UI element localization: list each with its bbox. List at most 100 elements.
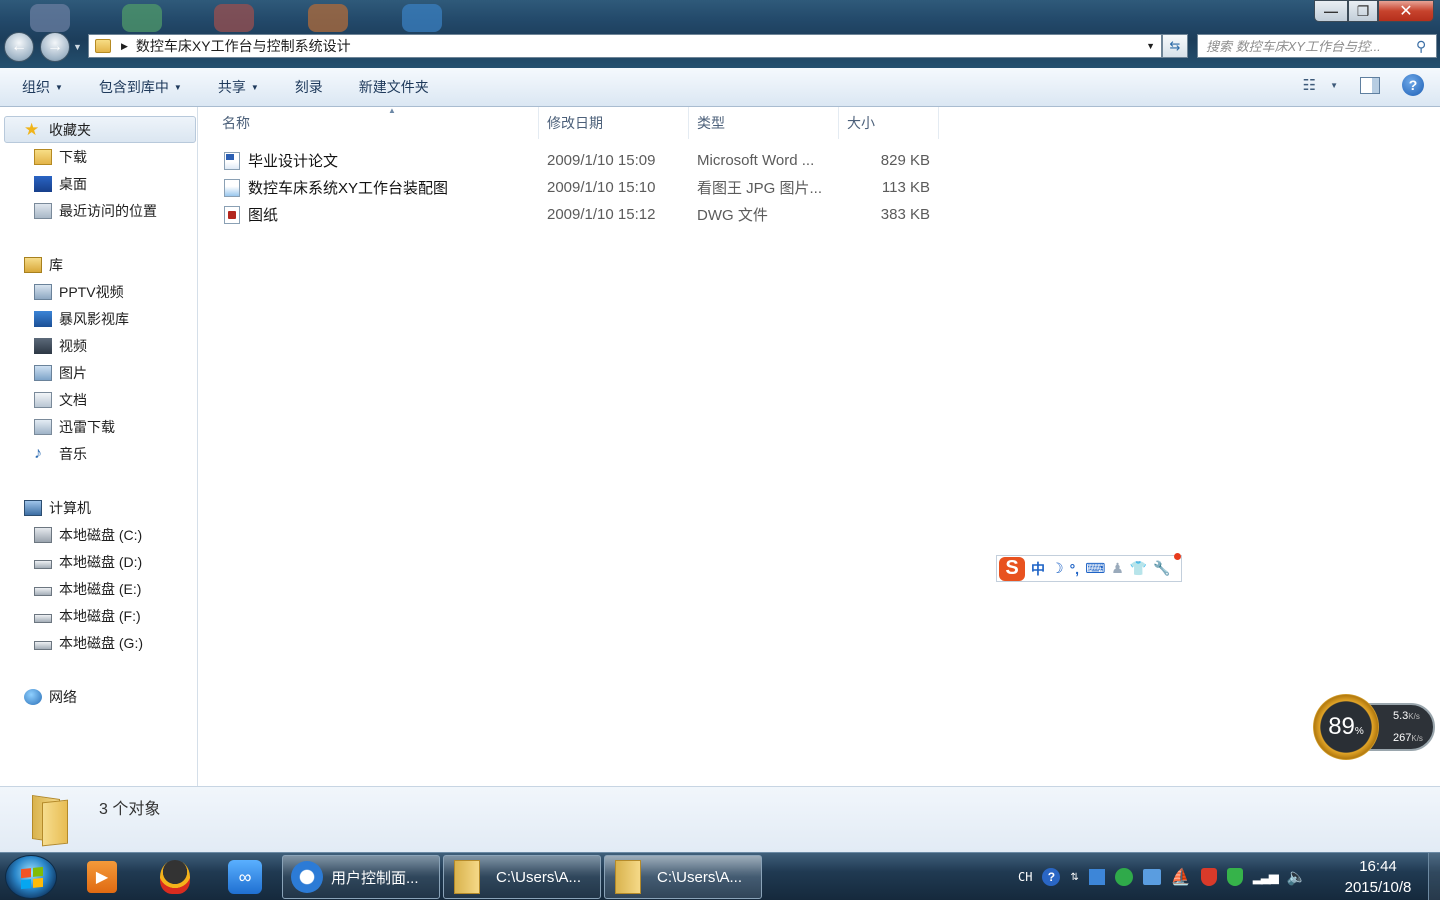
tray-expand-icon[interactable]: ⇅ <box>1070 872 1078 883</box>
close-button[interactable]: ✕ <box>1378 0 1434 22</box>
nav-label: 本地磁盘 (F:) <box>59 607 141 624</box>
nav-favorites[interactable]: ★ 收藏夹 <box>4 116 196 143</box>
nav-label: PPTV视频 <box>59 283 124 300</box>
percent-unit: % <box>1354 725 1364 737</box>
notification-dot-icon <box>1174 553 1181 560</box>
nav-label: 下载 <box>59 148 87 165</box>
taskbar-item-control-panel[interactable]: 用户控制面... <box>282 855 440 899</box>
help-button[interactable]: ? <box>1402 74 1424 96</box>
download-folder-icon <box>34 148 52 165</box>
network-tray-icon[interactable] <box>1142 869 1161 885</box>
punctuation-icon[interactable]: °, <box>1070 561 1080 577</box>
file-row[interactable]: 图纸 2009/1/10 15:12 DWG 文件 383 KB <box>218 201 1138 228</box>
nav-drive-f[interactable]: 本地磁盘 (F:) <box>0 602 196 629</box>
nav-library-thunder[interactable]: 迅雷下载 <box>0 413 196 440</box>
nav-computer[interactable]: 计算机 <box>0 494 196 521</box>
network-speed-widget[interactable]: 5.3 K/s 267 K/s 89% <box>1313 694 1435 760</box>
refresh-button[interactable]: ⇆ <box>1162 34 1188 58</box>
search-icon[interactable]: ⚲ <box>1416 38 1426 55</box>
breadcrumb-current-folder[interactable]: 数控车床XY工作台与控制系统设计 <box>136 36 351 56</box>
qq-penguin-icon <box>160 860 190 894</box>
nav-label: 库 <box>49 256 63 273</box>
nav-network[interactable]: 网络 <box>0 683 196 710</box>
include-in-library-menu[interactable]: 包含到库中 ▼ <box>87 74 194 100</box>
app-tray-icon[interactable] <box>1088 869 1105 885</box>
signal-strength-icon[interactable]: ▂▃▅ <box>1253 869 1279 885</box>
folder-icon <box>26 793 74 847</box>
shield-tray-icon[interactable] <box>1226 868 1243 886</box>
qq-pin[interactable] <box>149 856 201 898</box>
nav-library-videos[interactable]: 视频 <box>0 332 196 359</box>
taskbar-item-explorer-2[interactable]: C:\Users\A... <box>604 855 762 899</box>
taskbar-item-explorer-1[interactable]: C:\Users\A... <box>443 855 601 899</box>
clock-time: 16:44 <box>1359 858 1397 875</box>
address-bar[interactable]: ▶ 数控车床XY工作台与控制系统设计 ▼ <box>88 34 1162 58</box>
details-view-icon: ☷ <box>1302 77 1317 94</box>
nav-recent-places[interactable]: 最近访问的位置 <box>0 197 196 224</box>
nav-drive-g[interactable]: 本地磁盘 (G:) <box>0 629 196 656</box>
column-header-name[interactable]: ▲ 名称 <box>214 106 539 139</box>
burn-button[interactable]: 刻录 <box>283 74 335 100</box>
address-dropdown-icon[interactable]: ▼ <box>1146 41 1155 51</box>
column-header-size[interactable]: 大小 <box>839 107 939 139</box>
moon-icon[interactable]: ☽ <box>1051 560 1064 577</box>
maximize-button[interactable]: ❐ <box>1348 0 1378 22</box>
include-library-label: 包含到库中 <box>98 79 169 95</box>
start-button[interactable] <box>5 855 57 899</box>
change-view-button[interactable]: ☷ ▼ <box>1303 76 1338 94</box>
forward-button[interactable]: → <box>40 32 70 62</box>
show-desktop-button[interactable] <box>1428 853 1440 900</box>
upload-speed: 5.3 K/s <box>1393 710 1420 722</box>
help-tray-icon[interactable]: ? <box>1042 868 1061 886</box>
column-header-type[interactable]: 类型 <box>689 107 839 139</box>
documents-icon <box>34 391 52 408</box>
back-button[interactable]: ← <box>4 32 34 62</box>
command-bar: 组织 ▼ 包含到库中 ▼ 共享 ▼ 刻录 新建文件夹 ☷ ▼ ? <box>0 68 1440 107</box>
file-row[interactable]: 数控车床系统XY工作台装配图 2009/1/10 15:10 看图王 JPG 图… <box>218 174 1138 201</box>
user-icon[interactable]: ♟ <box>1111 560 1124 577</box>
volume-icon[interactable]: 🔈 <box>1287 867 1307 887</box>
nav-library-documents[interactable]: 文档 <box>0 386 196 413</box>
new-folder-button[interactable]: 新建文件夹 <box>347 74 441 100</box>
security-shield-icon[interactable] <box>1114 868 1133 886</box>
media-player-pin[interactable]: ▶ <box>76 856 128 898</box>
baidu-cloud-pin[interactable]: ∞ <box>219 856 271 898</box>
nav-library-pictures[interactable]: 图片 <box>0 359 196 386</box>
sogou-logo-icon[interactable]: S <box>999 556 1025 581</box>
nav-desktop[interactable]: 桌面 <box>0 170 196 197</box>
column-header-date[interactable]: 修改日期 <box>539 107 689 139</box>
language-indicator[interactable]: CH <box>1018 870 1032 884</box>
recent-pages-dropdown-icon[interactable]: ▼ <box>73 42 82 52</box>
search-box[interactable]: ⚲ <box>1197 34 1437 58</box>
minimize-button[interactable]: — <box>1314 0 1348 22</box>
file-row[interactable]: 毕业设计论文 2009/1/10 15:09 Microsoft Word ..… <box>218 147 1138 174</box>
download-library-icon <box>34 418 52 435</box>
breadcrumb-separator-icon[interactable]: ▶ <box>121 41 128 52</box>
nav-drive-e[interactable]: 本地磁盘 (E:) <box>0 575 196 602</box>
preview-pane-button[interactable] <box>1360 76 1380 94</box>
nav-library-music[interactable]: ♪ 音乐 <box>0 440 196 467</box>
video-library-icon <box>34 310 52 327</box>
nav-label: 桌面 <box>59 175 87 192</box>
nav-label: 音乐 <box>59 445 87 462</box>
wrench-icon[interactable]: 🔧 <box>1153 560 1170 577</box>
boat-tray-icon[interactable]: ⛵ <box>1171 867 1191 887</box>
task-label: C:\Users\A... <box>496 868 582 886</box>
computer-icon <box>24 499 42 516</box>
file-list-pane: ▲ 名称 修改日期 类型 大小 毕业设计论文 2009/1/10 15:09 M… <box>198 106 1440 786</box>
search-input[interactable] <box>1206 38 1416 54</box>
nav-libraries[interactable]: 库 <box>0 251 196 278</box>
nav-library-pptv[interactable]: PPTV视频 <box>0 278 196 305</box>
nav-drive-d[interactable]: 本地磁盘 (D:) <box>0 548 196 575</box>
clock[interactable]: 16:44 2015/10/8 <box>1336 856 1420 898</box>
antivirus-tray-icon[interactable] <box>1200 868 1217 886</box>
nav-downloads[interactable]: 下载 <box>0 143 196 170</box>
nav-drive-c[interactable]: 本地磁盘 (C:) <box>0 521 196 548</box>
share-menu[interactable]: 共享 ▼ <box>206 74 271 100</box>
keyboard-icon[interactable]: ⌨ <box>1085 560 1105 577</box>
organize-menu[interactable]: 组织 ▼ <box>10 74 75 100</box>
skin-icon[interactable]: 👕 <box>1130 560 1147 577</box>
file-date: 2009/1/10 15:09 <box>547 152 656 169</box>
ime-mode-toggle[interactable]: 中 <box>1031 559 1045 579</box>
nav-library-baofeng[interactable]: 暴风影视库 <box>0 305 196 332</box>
